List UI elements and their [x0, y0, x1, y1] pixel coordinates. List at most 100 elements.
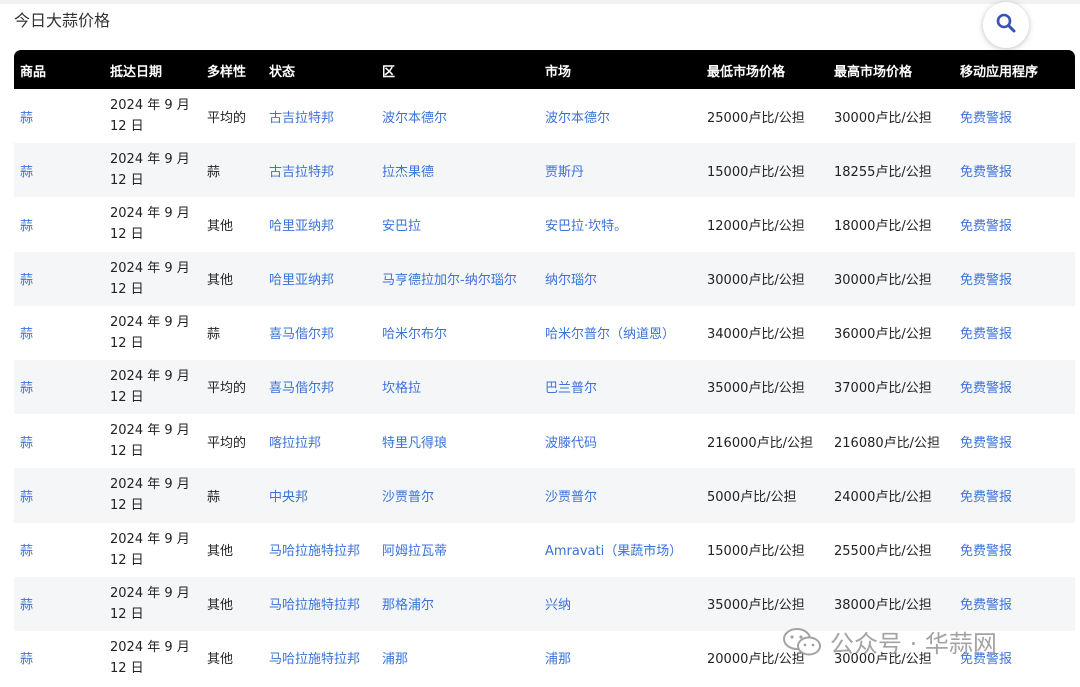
table-row: 蒜 2024 年 9 月 12 日 蒜 中央邦 沙贾普尔 沙贾普尔 5000卢比/公担 240… — [14, 468, 1075, 523]
cell-min-price: 35000卢比/公担 — [707, 598, 805, 614]
cell-market[interactable]: 波滕代码 — [545, 414, 597, 468]
cell-arrival-date: 2024 年 9 月 12 日 — [110, 260, 190, 297]
cell-district[interactable]: 拉杰果德 — [382, 143, 434, 197]
cell-market[interactable]: 纳尔瑙尔 — [545, 252, 597, 306]
cell-market[interactable]: Amravati（果蔬市场） — [545, 523, 682, 577]
search-button[interactable] — [983, 2, 1029, 48]
table-row: 蒜 2024 年 9 月 12 日 平均的 喜马偕尔邦 坎格拉 巴兰普尔 35000卢比/公… — [14, 359, 1075, 415]
cell-district[interactable]: 浦那 — [382, 631, 408, 685]
search-icon — [995, 12, 1017, 38]
cell-variety: 蒜 — [207, 164, 221, 180]
header-district: 区 — [382, 65, 396, 80]
cell-arrival-date: 2024 年 9 月 12 日 — [110, 531, 190, 568]
cell-district[interactable]: 安巴拉 — [382, 197, 421, 251]
cell-free-alert-link[interactable]: 免费警报 — [960, 360, 1012, 414]
cell-state[interactable]: 喜马偕尔邦 — [269, 360, 334, 414]
price-table: 商品 抵达日期 多样性 状态 区 市场 最低市场价格 最高市场价格 移动应用程序… — [14, 50, 1075, 685]
cell-min-price: 15000卢比/公担 — [707, 164, 805, 180]
header-min-price: 最低市场价格 — [707, 65, 786, 80]
cell-variety: 其他 — [207, 544, 234, 559]
table-body: 蒜 2024 年 9 月 12 日平均的 古吉拉特邦 波尔本德尔 波尔本德尔 25000卢… — [14, 89, 1075, 685]
cell-min-price: 34000卢比/公担 — [707, 327, 805, 343]
cell-arrival-date: 2024 年 9 月 12 日 — [110, 314, 190, 351]
header-variety: 多样性 — [207, 65, 247, 80]
cell-commodity[interactable]: 蒜 — [20, 143, 33, 197]
cell-district[interactable]: 特里凡得琅 — [382, 414, 447, 468]
cell-variety: 蒜 — [207, 327, 221, 343]
cell-max-price: 18000卢比/公担 — [834, 218, 932, 234]
table-row: 蒜 2024 年 9 月 12 日 其他 马哈拉施特拉邦 阿姆拉瓦蒂 Amravati（果… — [14, 523, 1075, 577]
cell-commodity[interactable]: 蒜 — [20, 468, 33, 522]
cell-free-alert-link[interactable]: 免费警报 — [960, 143, 1012, 197]
cell-state[interactable]: 马哈拉施特拉邦 — [269, 631, 360, 685]
cell-max-price: 30000卢比/公担 — [834, 652, 932, 668]
cell-free-alert-link[interactable]: 免费警报 — [960, 468, 1012, 522]
cell-free-alert-link[interactable]: 免费警报 — [960, 631, 1012, 685]
cell-commodity[interactable]: 蒜 — [20, 577, 33, 631]
cell-commodity[interactable]: 蒜 — [20, 197, 33, 251]
cell-district[interactable]: 沙贾普尔 — [382, 468, 434, 522]
table-row: 蒜 2024 年 9 月 12 日 平均的 喀拉拉邦 特里凡得琅 波滕代码 216000卢比… — [14, 414, 1075, 468]
cell-max-price: 216080卢比/公担 — [834, 435, 941, 451]
cell-district[interactable]: 波尔本德尔 — [382, 89, 447, 143]
cell-district[interactable]: 马亨德拉加尔-纳尔瑙尔 — [382, 252, 517, 306]
cell-commodity[interactable]: 蒜 — [20, 89, 33, 143]
cell-market[interactable]: 巴兰普尔 — [545, 360, 597, 414]
cell-free-alert-link[interactable]: 免费警报 — [960, 306, 1012, 360]
cell-free-alert-link[interactable]: 免费警报 — [960, 577, 1012, 631]
cell-market[interactable]: 沙贾普尔 — [545, 468, 597, 522]
cell-state[interactable]: 喜马偕尔邦 — [269, 306, 334, 360]
cell-free-alert-link[interactable]: 免费警报 — [960, 89, 1012, 143]
cell-commodity[interactable]: 蒜 — [20, 306, 33, 360]
cell-commodity[interactable]: 蒜 — [20, 252, 33, 306]
cell-arrival-date: 2024 年 9 月 12 日 — [110, 98, 190, 134]
cell-min-price: 35000卢比/公担 — [707, 381, 805, 397]
cell-market[interactable]: 波尔本德尔 — [545, 89, 610, 143]
cell-min-price: 25000卢比/公担 — [707, 110, 805, 126]
cell-max-price: 38000卢比/公担 — [834, 598, 932, 614]
table-row: 蒜 2024 年 9 月 12 日平均的 古吉拉特邦 波尔本德尔 波尔本德尔 25000卢… — [14, 89, 1075, 143]
cell-commodity[interactable]: 蒜 — [20, 360, 33, 414]
header-mobile-app: 移动应用程序 — [960, 65, 1039, 80]
cell-state[interactable]: 古吉拉特邦 — [269, 143, 334, 197]
cell-max-price: 18255卢比/公担 — [834, 164, 932, 180]
cell-free-alert-link[interactable]: 免费警报 — [960, 252, 1012, 306]
header-market: 市场 — [545, 65, 572, 80]
cell-commodity[interactable]: 蒜 — [20, 523, 33, 577]
top-divider — [0, 0, 1080, 4]
cell-free-alert-link[interactable]: 免费警报 — [960, 197, 1012, 251]
cell-arrival-date: 2024 年 9 月 12 日 — [110, 423, 190, 460]
cell-state[interactable]: 古吉拉特邦 — [269, 89, 334, 143]
cell-max-price: 25500卢比/公担 — [834, 544, 932, 559]
cell-state[interactable]: 马哈拉施特拉邦 — [269, 577, 360, 631]
cell-variety: 其他 — [207, 598, 234, 614]
cell-market[interactable]: 贾斯丹 — [545, 143, 584, 197]
cell-state[interactable]: 哈里亚纳邦 — [269, 252, 334, 306]
table-row: 蒜 2024 年 9 月 12 日 其他 哈里亚纳邦 安巴拉 安巴拉·坎特。 12000卢比… — [14, 197, 1075, 251]
cell-market[interactable]: 哈米尔普尔（纳道恩） — [545, 306, 675, 360]
cell-state[interactable]: 喀拉拉邦 — [269, 414, 321, 468]
cell-variety: 其他 — [207, 652, 234, 668]
cell-district[interactable]: 那格浦尔 — [382, 577, 434, 631]
cell-market[interactable]: 安巴拉·坎特。 — [545, 197, 627, 251]
cell-state[interactable]: 中央邦 — [269, 468, 308, 522]
cell-state[interactable]: 哈里亚纳邦 — [269, 197, 334, 251]
table-row: 蒜 2024 年 9 月 12 日 其他 哈里亚纳邦 马亨德拉加尔-纳尔瑙尔 纳尔瑙尔 30… — [14, 251, 1075, 306]
cell-market[interactable]: 浦那 — [545, 631, 571, 685]
cell-max-price: 30000卢比/公担 — [834, 110, 932, 126]
table-row: 蒜 2024 年 9 月 12 日 其他 马哈拉施特拉邦 那格浦尔 兴纳 35000卢比/公… — [14, 576, 1075, 631]
cell-commodity[interactable]: 蒜 — [20, 414, 33, 468]
cell-district[interactable]: 阿姆拉瓦蒂 — [382, 523, 447, 577]
cell-market[interactable]: 兴纳 — [545, 577, 571, 631]
table-row: 蒜 2024 年 9 月 12 日 蒜 喜马偕尔邦 哈米尔布尔 哈米尔普尔（纳道恩） 340… — [14, 306, 1075, 360]
cell-max-price: 24000卢比/公担 — [834, 489, 932, 505]
cell-free-alert-link[interactable]: 免费警报 — [960, 414, 1012, 468]
cell-commodity[interactable]: 蒜 — [20, 631, 33, 685]
cell-arrival-date: 2024 年 9 月 12 日 — [110, 477, 190, 514]
cell-district[interactable]: 坎格拉 — [382, 360, 421, 414]
cell-district[interactable]: 哈米尔布尔 — [382, 306, 447, 360]
page-title: 今日大蒜价格 — [14, 11, 111, 30]
cell-state[interactable]: 马哈拉施特拉邦 — [269, 523, 360, 577]
cell-max-price: 30000卢比/公担 — [834, 273, 932, 289]
cell-free-alert-link[interactable]: 免费警报 — [960, 523, 1012, 577]
